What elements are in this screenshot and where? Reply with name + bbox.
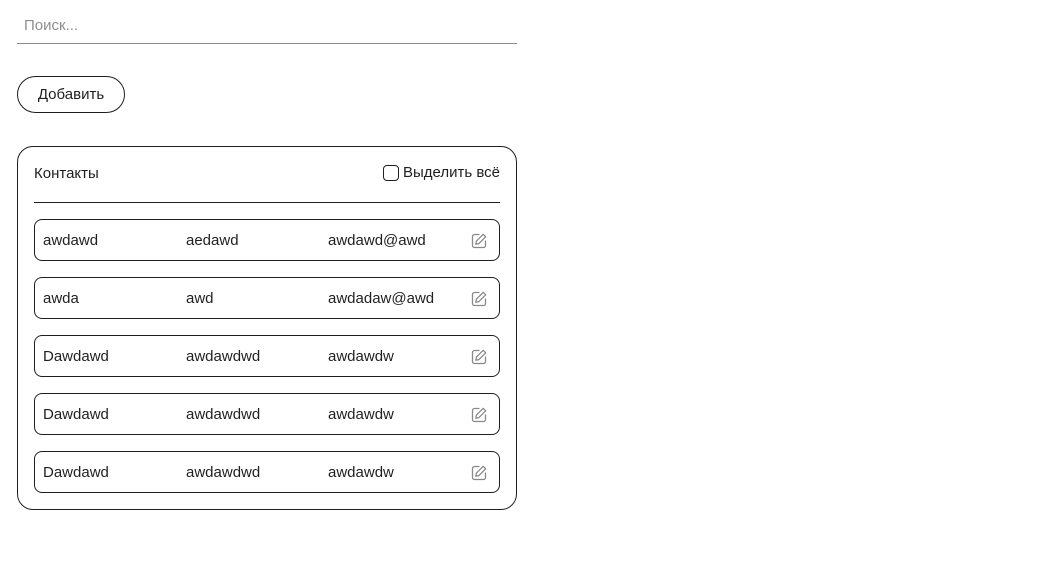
add-button[interactable]: Добавить: [17, 76, 125, 113]
contact-surname: awdawdwd: [186, 464, 261, 481]
contact-name: awda: [43, 290, 79, 307]
panel-title: Контакты: [34, 165, 99, 182]
contact-surname: awdawdwd: [186, 348, 261, 365]
contact-name: awdawd: [43, 232, 99, 249]
contacts-list: awdawd aedawd awdawd@awd awda awd awdada…: [34, 219, 500, 509]
edit-icon[interactable]: [470, 348, 488, 366]
edit-icon[interactable]: [470, 290, 488, 308]
search-input[interactable]: [17, 8, 517, 42]
contacts-panel-header: Контакты Выделить всё: [34, 147, 500, 203]
edit-icon[interactable]: [470, 232, 488, 250]
contacts-page: Добавить Контакты Выделить всё awdawd ae…: [0, 0, 1040, 574]
select-all-checkbox[interactable]: [382, 164, 399, 181]
select-all-toggle[interactable]: Выделить всё: [382, 164, 500, 181]
contact-email: awdawdw: [328, 406, 394, 423]
contact-name: Dawdawd: [43, 406, 109, 423]
contact-surname: awd: [186, 290, 214, 307]
contact-email: awdawd@awd: [328, 232, 426, 249]
edit-icon[interactable]: [470, 464, 488, 482]
contact-email: awdawdw: [328, 464, 394, 481]
contact-surname: aedawd: [186, 232, 239, 249]
search-field: [17, 8, 517, 44]
contact-row[interactable]: awda awd awdadaw@awd: [34, 277, 500, 319]
contact-row[interactable]: Dawdawd awdawdwd awdawdw: [34, 335, 500, 377]
select-all-label[interactable]: Выделить всё: [403, 164, 500, 181]
contact-email: awdadaw@awd: [328, 290, 435, 307]
contact-name: Dawdawd: [43, 348, 109, 365]
contacts-panel: Контакты Выделить всё awdawd aedawd awda…: [17, 146, 517, 510]
contact-row[interactable]: Dawdawd awdawdwd awdawdw: [34, 393, 500, 435]
contact-surname: awdawdwd: [186, 406, 261, 423]
edit-icon[interactable]: [470, 406, 488, 424]
contact-row[interactable]: awdawd aedawd awdawd@awd: [34, 219, 500, 261]
contact-row[interactable]: Dawdawd awdawdwd awdawdw: [34, 451, 500, 493]
contact-email: awdawdw: [328, 348, 394, 365]
contact-name: Dawdawd: [43, 464, 109, 481]
